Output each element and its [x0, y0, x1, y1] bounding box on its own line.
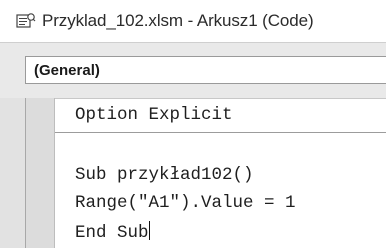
combo-row: (General): [0, 42, 386, 99]
code-line[interactable]: Range("A1").Value = 1: [75, 193, 296, 213]
code-line-last[interactable]: End Sub: [75, 221, 150, 243]
margin-indicator-bar[interactable]: [25, 98, 55, 248]
object-combo[interactable]: (General): [25, 56, 386, 84]
window-title: Przyklad_102.xlsm - Arkusz1 (Code): [42, 11, 314, 30]
title-bar: Przyklad_102.xlsm - Arkusz1 (Code): [0, 0, 386, 42]
text-caret: [148, 221, 150, 240]
object-combo-value: (General): [34, 61, 100, 79]
code-line[interactable]: Option Explicit: [75, 105, 233, 125]
code-editor-area: Option Explicit Sub przykład102() Range(…: [0, 98, 386, 248]
vba-code-window: Przyklad_102.xlsm - Arkusz1 (Code) (Gene…: [0, 0, 386, 248]
procedure-separator: [55, 132, 386, 133]
code-line[interactable]: Sub przykład102(): [75, 165, 254, 185]
code-line-text: End Sub: [75, 223, 149, 243]
vba-module-icon: [16, 11, 36, 31]
code-pane[interactable]: Option Explicit Sub przykład102() Range(…: [55, 98, 386, 248]
